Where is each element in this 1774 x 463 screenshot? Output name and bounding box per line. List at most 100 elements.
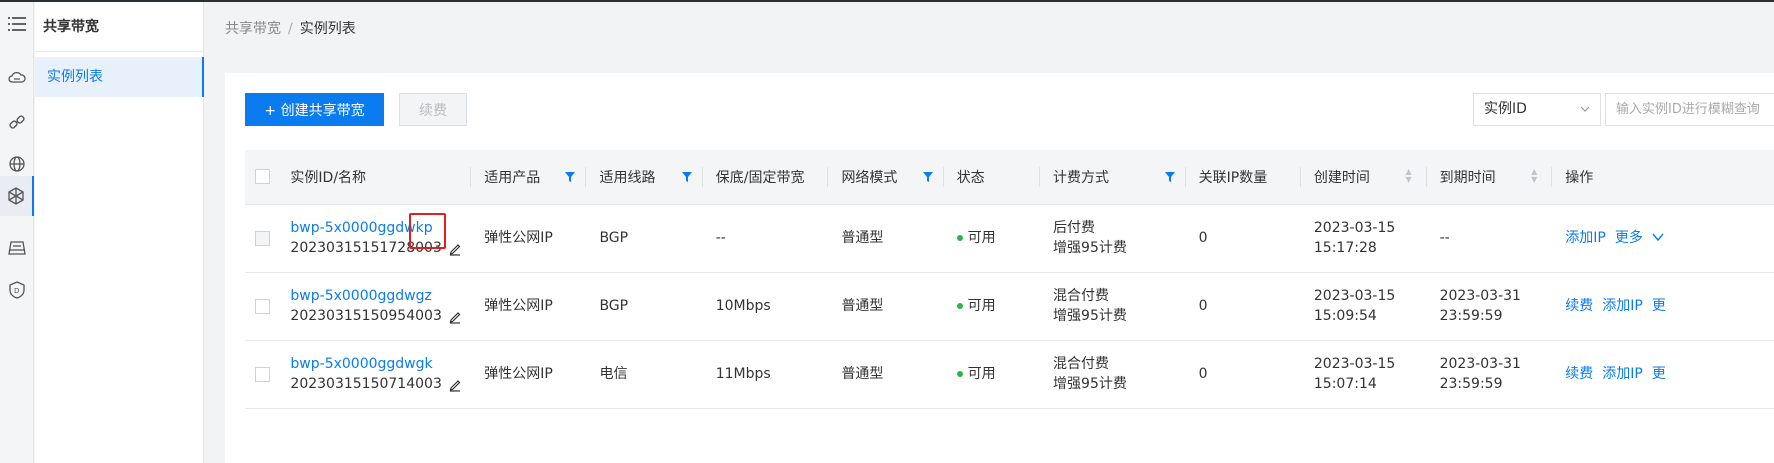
add-ip-link[interactable]: 添加IP <box>1602 298 1643 314</box>
renew-link[interactable]: 续费 <box>1565 298 1593 314</box>
chevron-down-icon <box>1580 94 1590 125</box>
sub-nav-item-instance-list[interactable]: 实例列表 <box>35 57 204 97</box>
renew-button[interactable]: 续费 <box>399 93 467 126</box>
line-cell: BGP <box>585 272 702 341</box>
line-cell: 电信 <box>585 340 702 409</box>
filter-icon[interactable] <box>681 170 692 186</box>
status-badge: 可用 <box>967 230 996 246</box>
header-network-mode: 网络模式 <box>827 150 943 205</box>
mode-cell: 普通型 <box>827 204 943 273</box>
breadcrumb-parent[interactable]: 共享带宽 <box>225 21 281 37</box>
header-status: 状态 <box>942 150 1040 205</box>
row-checkbox[interactable] <box>255 298 270 314</box>
instance-id-link[interactable]: bwp-5x0000ggdwgk <box>290 354 470 374</box>
ip-count-cell: 0 <box>1184 204 1300 273</box>
storage-icon[interactable] <box>0 228 34 268</box>
shield-icon[interactable]: D <box>0 270 34 310</box>
edit-icon[interactable] <box>448 375 466 393</box>
mode-cell: 普通型 <box>827 272 943 341</box>
created-date: 2023-03-15 <box>1313 356 1396 372</box>
instance-cell: bwp-5x0000ggdwgk 20230315150714003 <box>276 340 471 409</box>
link-icon[interactable] <box>0 102 34 142</box>
row-checkbox[interactable] <box>255 230 270 246</box>
add-ip-link[interactable]: 添加IP <box>1602 366 1643 382</box>
sub-nav: 共享带宽 实例列表 <box>35 2 204 463</box>
expire-date: -- <box>1439 230 1450 246</box>
billing-cell: 后付费 增强95计费 <box>1039 204 1185 273</box>
header-label: 适用产品 <box>484 169 541 186</box>
edit-icon[interactable] <box>448 307 466 325</box>
header-bandwidth: 保底/固定带宽 <box>701 150 828 205</box>
created-cell: 2023-03-15 15:17:28 <box>1299 204 1426 273</box>
breadcrumb-separator: / <box>288 21 293 37</box>
instance-id-link[interactable]: bwp-5x0000ggdwgz <box>290 286 470 306</box>
header-label: 到期时间 <box>1439 169 1496 186</box>
select-all-checkbox[interactable] <box>255 169 270 185</box>
created-time: 15:07:14 <box>1313 376 1377 392</box>
menu-icon[interactable] <box>0 4 34 44</box>
row-checkbox[interactable] <box>255 366 270 382</box>
status-badge: 可用 <box>967 298 996 314</box>
row-select-cell <box>245 272 277 341</box>
header-created: 创建时间 ▲ ▼ <box>1299 150 1426 205</box>
header-actions: 操作 <box>1551 150 1774 205</box>
actions-cell: 续费 添加IP 更 <box>1551 272 1774 341</box>
filter-icon[interactable] <box>565 170 576 186</box>
status-cell: 可用 <box>942 204 1040 273</box>
ip-count-cell: 0 <box>1184 340 1300 409</box>
expire-date: 2023-03-31 <box>1439 288 1521 304</box>
header-line: 适用线路 <box>585 150 702 205</box>
expire-cell: 2023-03-31 23:59:59 <box>1425 340 1552 409</box>
created-cell: 2023-03-15 15:07:14 <box>1299 340 1426 409</box>
header-label: 适用线路 <box>599 169 656 186</box>
header-label: 关联IP数量 <box>1198 169 1268 186</box>
bandwidth-cell: -- <box>701 204 828 273</box>
filter-icon[interactable] <box>1164 170 1175 186</box>
sub-nav-title: 共享带宽 <box>35 2 203 52</box>
table-row: bwp-5x0000ggdwgz 20230315150954003 弹性公网I… <box>245 272 1774 341</box>
billing-cell: 混合付费 增强95计费 <box>1039 340 1185 409</box>
created-date: 2023-03-15 <box>1313 288 1396 304</box>
billing-mode: 增强95计费 <box>1053 376 1127 392</box>
instance-cell: bwp-5x0000ggdwgz 20230315150954003 <box>276 272 471 341</box>
table-row: bwp-5x0000ggdwgk 20230315150714003 弹性公网I… <box>245 340 1774 409</box>
more-link[interactable]: 更 <box>1652 366 1666 382</box>
table-header-row: 实例ID/名称 适用产品 适用线路 保底/固定带宽 网络模式 状态 计费方式 关… <box>245 150 1774 205</box>
status-cell: 可用 <box>942 272 1040 341</box>
line-cell: BGP <box>585 204 702 273</box>
status-cell: 可用 <box>942 340 1040 409</box>
sort-icon[interactable]: ▲ ▼ <box>1405 168 1411 184</box>
row-select-cell <box>245 204 277 273</box>
billing-type: 混合付费 <box>1053 288 1110 304</box>
search-input[interactable] <box>1605 93 1774 126</box>
highlight-box <box>409 213 446 249</box>
select-all-cell <box>245 150 277 205</box>
filter-select[interactable]: 实例ID <box>1473 93 1601 126</box>
svg-text:D: D <box>14 287 19 295</box>
network-icon[interactable] <box>0 176 34 216</box>
more-link[interactable]: 更 <box>1652 298 1666 314</box>
actions-cell: 添加IP 更多 <box>1551 204 1774 273</box>
main-panel: + 创建共享带宽 续费 实例ID 实例ID/名称 适用产品 适用线路 保底/固定… <box>225 73 1774 463</box>
expire-cell: -- <box>1425 204 1552 273</box>
sort-icon[interactable]: ▲ ▼ <box>1531 168 1537 184</box>
expire-time: 23:59:59 <box>1439 308 1503 324</box>
edit-icon[interactable] <box>448 239 466 257</box>
billing-cell: 混合付费增强95计费 <box>1039 272 1185 341</box>
create-bandwidth-button[interactable]: + 创建共享带宽 <box>245 93 384 126</box>
header-label: 计费方式 <box>1053 169 1110 186</box>
more-link[interactable]: 更多 <box>1615 230 1664 246</box>
status-dot-icon <box>956 303 963 309</box>
add-ip-link[interactable]: 添加IP <box>1565 230 1606 246</box>
product-cell: 弹性公网IP <box>470 272 586 341</box>
renew-link[interactable]: 续费 <box>1565 366 1593 382</box>
status-dot-icon <box>956 371 963 377</box>
breadcrumb: 共享带宽 / 实例列表 <box>225 18 356 38</box>
billing-mode: 增强95计费 <box>1053 308 1127 324</box>
created-date: 2023-03-15 <box>1313 220 1396 236</box>
status-dot-icon <box>956 235 963 241</box>
filter-icon[interactable] <box>922 170 933 186</box>
cloud-icon[interactable] <box>0 57 34 97</box>
header-label: 网络模式 <box>841 169 898 186</box>
product-cell: 弹性公网IP <box>470 204 586 273</box>
